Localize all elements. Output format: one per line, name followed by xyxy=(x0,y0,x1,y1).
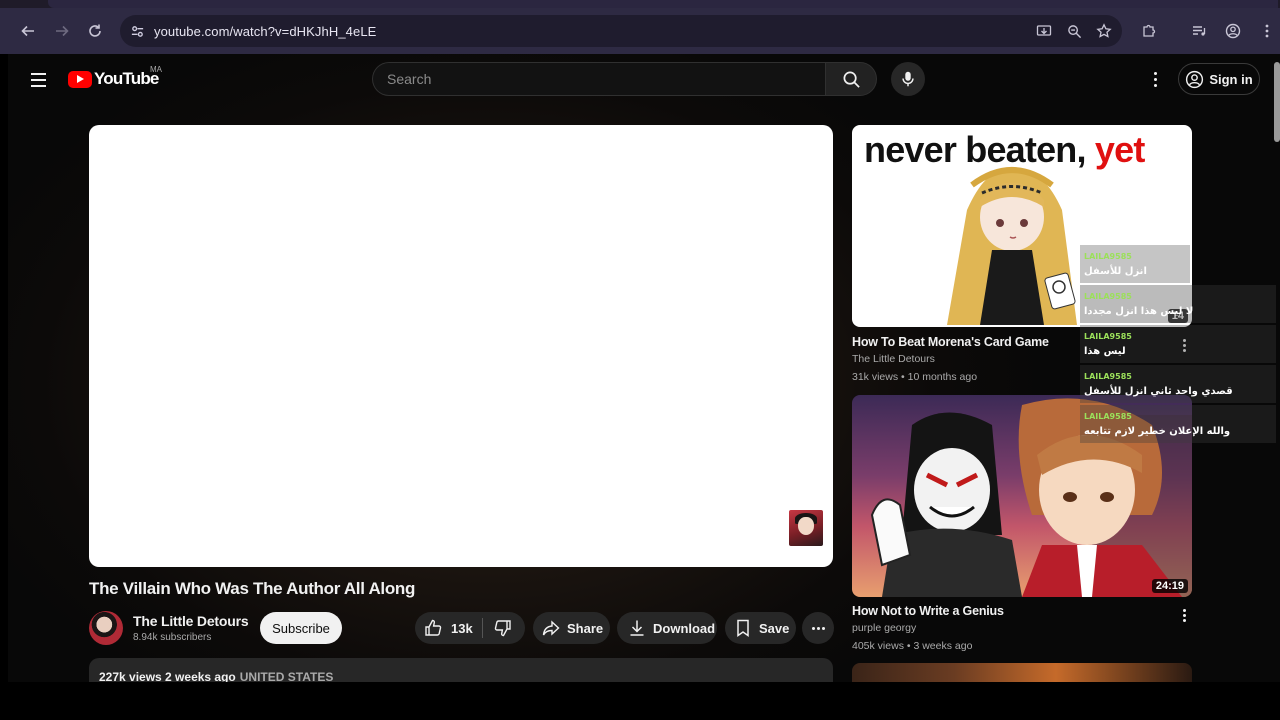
guide-menu-button[interactable] xyxy=(24,66,52,94)
profile-button[interactable] xyxy=(1216,14,1250,48)
video-thumbnail[interactable] xyxy=(852,663,1192,682)
sign-in-button[interactable]: Sign in xyxy=(1178,63,1260,95)
share-label: Share xyxy=(567,620,604,636)
thumbs-up-icon xyxy=(425,619,442,636)
search-icon xyxy=(843,71,860,88)
horizontal-dots-icon xyxy=(811,626,825,630)
subscriber-count: 8.94k subscribers xyxy=(133,632,212,643)
arrow-right-icon xyxy=(56,25,69,37)
reload-icon xyxy=(89,24,101,37)
chat-message: LAILA9585 قصدي واحد ثاني انزل للأسفل xyxy=(1080,365,1276,403)
microphone-icon xyxy=(902,71,914,87)
bookmark-star-icon[interactable] xyxy=(1094,21,1114,41)
profile-icon xyxy=(1225,23,1241,39)
extensions-button[interactable] xyxy=(1132,14,1166,48)
chat-author: LAILA9585 xyxy=(1084,252,1132,261)
chat-text: ليس هذا xyxy=(1084,346,1126,357)
chat-text: انزل للأسفل xyxy=(1084,266,1147,277)
sign-in-label: Sign in xyxy=(1209,71,1253,87)
chat-text: والله الإعلان خطير لازم تتابعه xyxy=(1084,426,1231,437)
video-title: The Villain Who Was The Author All Along xyxy=(89,579,416,598)
chat-author: LAILA9585 xyxy=(1084,412,1132,421)
save-button[interactable]: Save xyxy=(725,612,796,644)
like-button[interactable]: 13k xyxy=(415,618,473,638)
share-button[interactable]: Share xyxy=(533,612,610,644)
channel-name[interactable]: The Little Detours xyxy=(133,613,249,629)
page-scrollbar[interactable] xyxy=(1274,62,1280,142)
recommended-meta: 31k views • 10 months ago xyxy=(852,371,978,383)
settings-menu-button[interactable] xyxy=(1142,66,1168,92)
save-label: Save xyxy=(759,620,790,636)
chat-author: LAILA9585 xyxy=(1084,332,1132,341)
chat-text: قصدي واحد ثاني انزل للأسفل xyxy=(1084,386,1233,397)
chat-author: LAILA9585 xyxy=(1084,292,1132,301)
recommended-menu-button[interactable] xyxy=(1174,605,1194,625)
description-box[interactable]: 227k views 2 weeks ago UNITED STATES xyxy=(89,658,833,682)
chat-author: LAILA9585 xyxy=(1084,372,1132,381)
country-code: MA xyxy=(150,65,162,74)
channel-avatar[interactable] xyxy=(89,611,123,645)
recommended-title[interactable]: How Not to Write a Genius xyxy=(852,604,1004,618)
recommended-video[interactable] xyxy=(852,663,1192,682)
youtube-page: YouTube MA Sign in The Villain Who Was T… xyxy=(8,54,1280,682)
video-duration: 24:19 xyxy=(1151,579,1188,593)
search-button[interactable] xyxy=(825,62,877,96)
video-player[interactable] xyxy=(89,125,833,567)
recommended-channel[interactable]: purple georgy xyxy=(852,622,916,634)
bookmark-icon xyxy=(737,619,749,637)
url-text[interactable]: youtube.com/watch?v=dHKJhH_4eLE xyxy=(154,24,376,39)
recommended-meta: 405k views • 3 weeks ago xyxy=(852,640,973,652)
youtube-wordmark: YouTube xyxy=(94,69,159,88)
playlist-icon xyxy=(1193,26,1206,36)
tab-strip xyxy=(0,0,1280,8)
search-box[interactable] xyxy=(372,62,826,96)
browser-menu-button[interactable] xyxy=(1250,14,1280,48)
youtube-play-icon xyxy=(68,70,92,88)
forward-button[interactable] xyxy=(45,14,79,48)
chat-message: LAILA9585 ليس هذا xyxy=(1080,325,1276,363)
more-actions-button[interactable] xyxy=(802,612,834,644)
view-date-meta: 227k views 2 weeks ago xyxy=(99,670,236,682)
voice-search-button[interactable] xyxy=(891,62,925,96)
chat-text: لا ليس هذا انزل مجددا xyxy=(1084,306,1194,317)
youtube-logo[interactable]: YouTube MA xyxy=(68,65,162,89)
puzzle-icon xyxy=(1143,24,1156,37)
download-button[interactable]: Download xyxy=(617,612,717,644)
search-input[interactable] xyxy=(387,71,826,87)
chat-message: LAILA9585 انزل للأسفل xyxy=(1080,245,1190,283)
media-controls-button[interactable] xyxy=(1182,14,1216,48)
vertical-dots-icon xyxy=(1265,24,1269,38)
yt-masthead: YouTube MA Sign in xyxy=(8,54,1280,104)
recommended-channel[interactable]: The Little Detours xyxy=(852,353,935,365)
account-icon xyxy=(1186,70,1204,88)
owner-row: The Little Detours 8.94k subscribers Sub… xyxy=(89,610,834,648)
active-tab-edge[interactable] xyxy=(48,0,1278,8)
thumbs-down-icon xyxy=(494,620,511,637)
zoom-icon[interactable] xyxy=(1064,21,1084,41)
address-bar[interactable]: youtube.com/watch?v=dHKJhH_4eLE xyxy=(120,15,1122,47)
share-arrow-icon xyxy=(542,620,560,636)
chat-message: LAILA9585 والله الإعلان خطير لازم تتابعه xyxy=(1080,405,1276,443)
arrow-left-icon xyxy=(21,25,34,37)
subscribe-button[interactable]: Subscribe xyxy=(260,612,342,644)
site-info-icon[interactable] xyxy=(122,16,152,46)
like-count: 13k xyxy=(451,620,473,636)
chat-message: LAILA9585 لا ليس هذا انزل مجددا xyxy=(1080,285,1276,323)
like-dislike-group: 13k xyxy=(415,612,525,644)
location-tag[interactable]: UNITED STATES xyxy=(240,670,334,682)
install-app-icon[interactable] xyxy=(1034,21,1054,41)
download-icon xyxy=(630,620,644,636)
back-button[interactable] xyxy=(11,14,45,48)
reload-button[interactable] xyxy=(78,14,112,48)
browser-toolbar: youtube.com/watch?v=dHKJhH_4eLE xyxy=(0,8,1280,54)
recommended-title[interactable]: How To Beat Morena's Card Game xyxy=(852,335,1049,349)
download-label: Download xyxy=(653,620,716,636)
dislike-button[interactable] xyxy=(493,618,513,638)
channel-watermark[interactable] xyxy=(789,510,823,546)
letterbox-bar xyxy=(0,682,1280,720)
chat-overlay: LAILA9585 انزل للأسفل LAILA9585 لا ليس ه… xyxy=(1080,245,1280,447)
